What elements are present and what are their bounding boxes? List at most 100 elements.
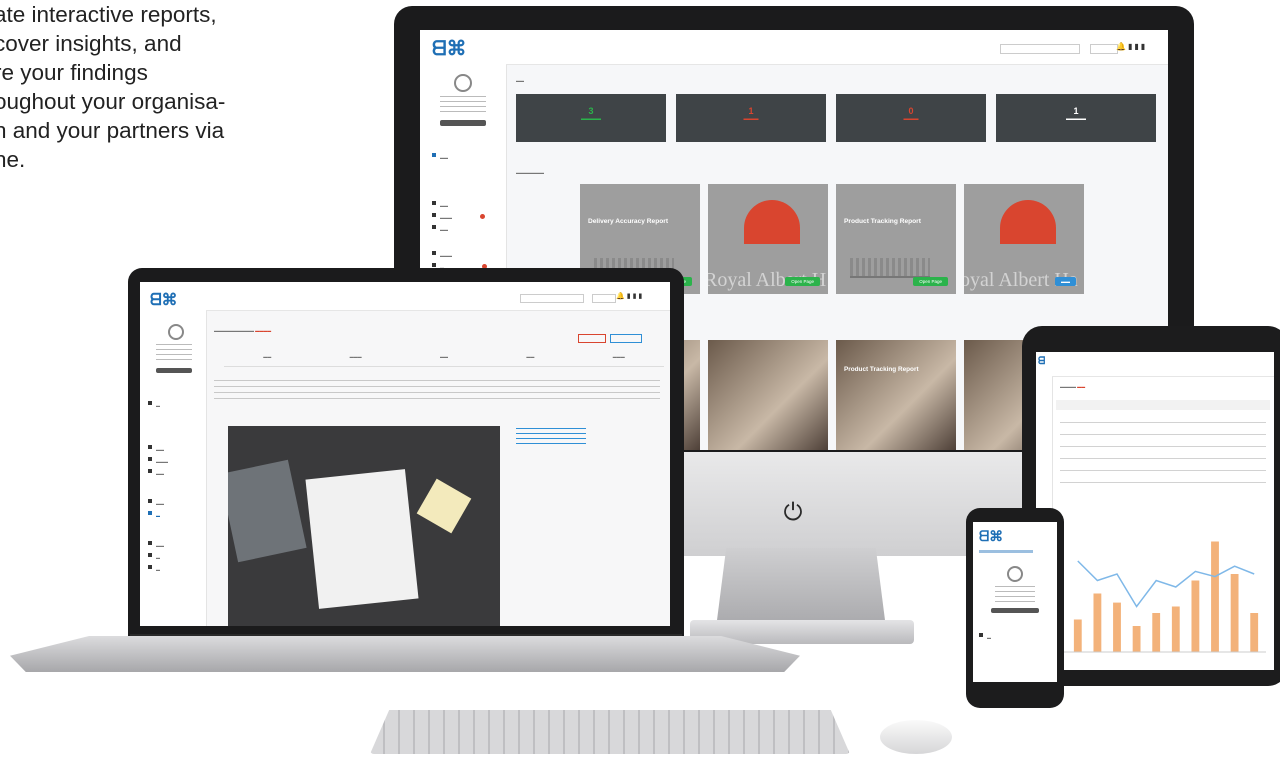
chart-bar xyxy=(1171,606,1180,652)
chart-bar xyxy=(1230,574,1239,652)
tab[interactable]: ▬▬▬ xyxy=(350,354,362,366)
user-info xyxy=(156,344,192,362)
mouse-image xyxy=(880,720,952,754)
report-paper-image xyxy=(305,469,419,609)
avatar xyxy=(1007,566,1023,582)
search-select[interactable] xyxy=(1000,44,1080,54)
language-select[interactable] xyxy=(1090,44,1118,54)
stat-label: ▬▬▬ xyxy=(903,116,919,122)
laptop-screen: ᗺ⌘ ▬ ▬▬ ▬▬▬ ▬▬ ▬▬ ▬ ▬▬ ▬ ▬ 🔔▮▮▮ ▬▬▬▬▬▬▬▬… xyxy=(140,282,670,626)
page-title: ▬▬▬▬▬▬▬▬▬▬ ▬▬▬▬ xyxy=(214,328,272,333)
logo-icon: ᗺ xyxy=(1038,356,1046,367)
open-page-button[interactable]: ▬▬ xyxy=(1055,277,1076,286)
stat-value: 1 xyxy=(748,106,754,116)
chart-bar xyxy=(1191,580,1200,652)
page-title: ▬▬ xyxy=(516,78,524,83)
tab[interactable]: ▬▬ xyxy=(263,354,271,366)
open-page-button[interactable]: Open Page xyxy=(785,277,820,286)
description-text xyxy=(214,380,660,402)
sidebar-item[interactable]: ▬ xyxy=(148,394,160,412)
search-select[interactable] xyxy=(520,294,584,303)
sticky-note-image xyxy=(416,478,472,534)
marketing-line: cover insights, and xyxy=(0,31,182,56)
report-title: Product Tracking Report xyxy=(844,218,921,225)
detail-table xyxy=(1060,422,1266,486)
user-info xyxy=(995,586,1035,602)
chart-bar xyxy=(1073,619,1082,652)
stat-label: ▬▬▬▬ xyxy=(1066,116,1086,122)
action-button[interactable] xyxy=(578,334,606,343)
open-page-button[interactable]: Open Page xyxy=(913,277,948,286)
sidebar-item[interactable]: ▬▬ xyxy=(432,146,448,164)
stat-value: 1 xyxy=(1073,106,1079,116)
badge xyxy=(480,214,485,219)
chart-line xyxy=(1077,560,1255,608)
stat-tile[interactable]: 1 ▬▬▬▬ xyxy=(996,94,1156,142)
stat-label: ▬▬▬▬ xyxy=(581,116,601,122)
marketing-copy: ate interactive reports, cover insights,… xyxy=(0,0,324,174)
tablet-chart xyxy=(1064,541,1266,653)
report-card[interactable]: Product Tracking Report Open Page xyxy=(836,184,956,294)
user-info xyxy=(440,96,486,114)
toolbar-icons[interactable]: 🔔▮▮▮ xyxy=(616,292,644,300)
tab-bar xyxy=(1056,400,1270,410)
avatar xyxy=(454,74,472,92)
stat-value: 3 xyxy=(588,106,594,116)
tab-bar: ▬▬ ▬▬▬ ▬▬ ▬▬ ▬▬▬ xyxy=(224,354,664,367)
logo-icon: ᗺ⌘ xyxy=(979,528,1004,544)
marketing-line: n and your partners via xyxy=(0,118,225,143)
report-title: Product Tracking Report xyxy=(844,366,919,373)
imac-stand xyxy=(716,548,886,628)
stat-tile[interactable]: 0 ▬▬▬ xyxy=(836,94,986,142)
language-select[interactable] xyxy=(592,294,616,303)
section-heading: ▬▬▬▬▬▬▬ xyxy=(516,170,544,175)
tablet-screen: ᗺ ▬▬▬▬ ▬▬ xyxy=(1036,352,1274,670)
laptop-base xyxy=(10,636,800,672)
link-list[interactable] xyxy=(516,428,586,446)
tab[interactable]: ▬▬ xyxy=(440,354,448,366)
keyboard-image xyxy=(370,710,850,754)
tab[interactable]: ▬▬▬ xyxy=(613,354,625,366)
skyline-image xyxy=(850,258,930,278)
marketing-line: re your findings xyxy=(0,60,148,85)
chart-bar xyxy=(1113,602,1121,652)
logo-icon: ᗺ⌘ xyxy=(432,38,467,60)
chart-bar xyxy=(1211,541,1219,652)
stat-tile[interactable]: 3 ▬▬▬▬ xyxy=(516,94,666,142)
avatar xyxy=(168,324,184,340)
sidebar-item[interactable]: ▬ xyxy=(148,558,160,576)
page-title: ▬▬▬▬ ▬▬ xyxy=(1060,384,1086,389)
stat-value: 0 xyxy=(908,106,914,116)
photo-card[interactable]: Product Tracking Report xyxy=(836,340,956,450)
brand-tagline xyxy=(979,550,1033,553)
report-title: Delivery Accuracy Report xyxy=(588,218,669,225)
profile-button[interactable] xyxy=(991,608,1039,613)
profile-button[interactable] xyxy=(156,368,192,373)
laptop-sidebar: ᗺ⌘ ▬ ▬▬ ▬▬▬ ▬▬ ▬▬ ▬ ▬▬ ▬ ▬ xyxy=(140,282,207,626)
toolbar-icons[interactable]: 🔔▮▮▮ xyxy=(1116,42,1147,51)
chart-bar xyxy=(1093,593,1102,652)
phone-screen: ᗺ⌘ ▬ xyxy=(973,522,1057,682)
tab[interactable]: ▬▬ xyxy=(526,354,534,366)
sidebar-item[interactable]: ▬ xyxy=(148,504,160,522)
hero-image xyxy=(228,426,500,626)
sidebar-item[interactable]: ▬ xyxy=(979,626,991,644)
laptop-image xyxy=(228,459,307,563)
tablet-topbar xyxy=(1052,352,1274,377)
marketing-line: oughout your organisa- xyxy=(0,89,226,114)
report-card[interactable]: oyal Albert Ha ▬▬ xyxy=(964,184,1084,294)
sidebar-item[interactable]: ▬▬ xyxy=(432,218,448,236)
stat-tile[interactable]: 1 ▬▬▬ xyxy=(676,94,826,142)
dome-image xyxy=(744,200,800,244)
sidebar-item[interactable]: ▬▬ xyxy=(148,462,164,480)
power-icon: ⏻ xyxy=(783,499,803,526)
profile-button[interactable] xyxy=(440,120,486,126)
chart-bar xyxy=(1132,626,1141,652)
stat-label: ▬▬▬ xyxy=(743,116,759,122)
action-button[interactable] xyxy=(610,334,642,343)
dome-image xyxy=(1000,200,1056,244)
chart-bar xyxy=(1152,613,1161,652)
photo-card[interactable] xyxy=(708,340,828,450)
marketing-line: ne. xyxy=(0,147,26,172)
report-card[interactable]: Royal Albert H Open Page xyxy=(708,184,828,294)
